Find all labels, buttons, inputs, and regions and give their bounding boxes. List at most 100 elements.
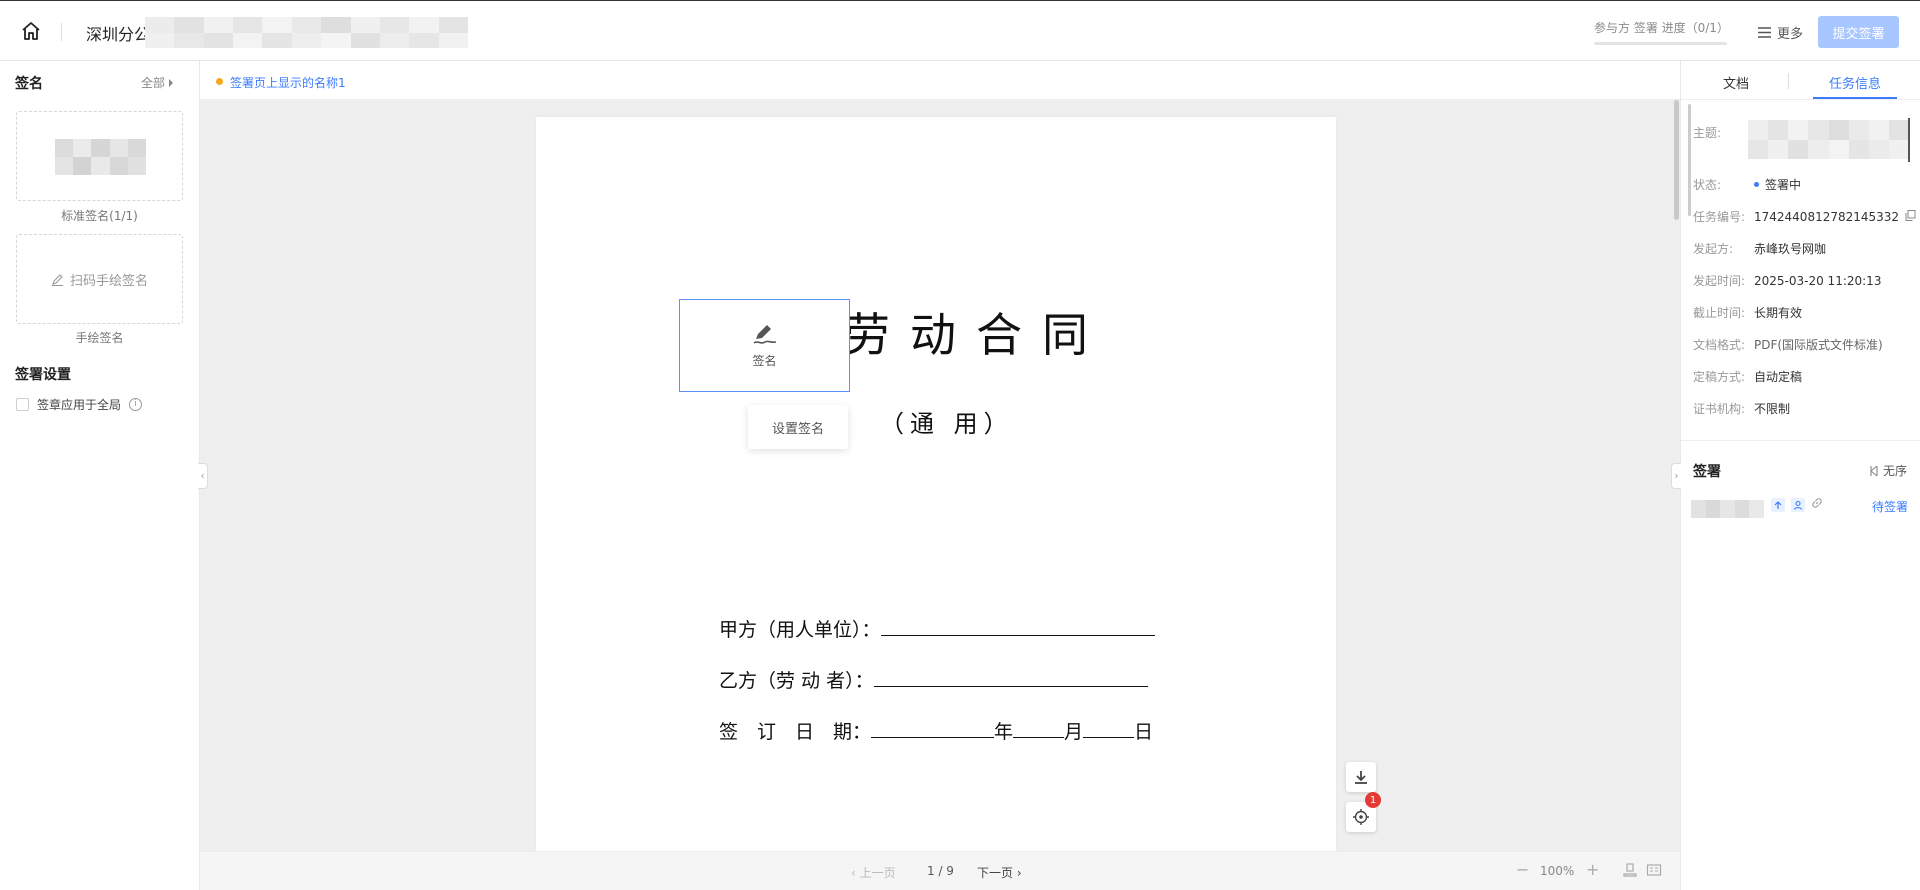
- redacted-title: [145, 17, 468, 48]
- divider: [61, 23, 62, 41]
- month-label: 月: [1064, 721, 1084, 743]
- task-number-label: 任务编号:: [1693, 210, 1746, 224]
- start-time-row: 发起时间: 2025-03-20 11:20:13: [1693, 272, 1881, 289]
- signer-status: 待签署: [1872, 500, 1909, 514]
- party-a-label: 甲方（用人单位）：: [719, 619, 881, 641]
- set-signature-button[interactable]: 设置签名: [748, 405, 848, 449]
- all-signatures-link[interactable]: 全部: [141, 74, 174, 91]
- subject-label: 主题:: [1693, 126, 1722, 140]
- format-value: PDF(国际版式文件标准): [1754, 338, 1883, 352]
- next-page-label: 下一页: [977, 866, 1014, 880]
- signature-field-label: 签名: [752, 354, 777, 368]
- next-page-button[interactable]: 下一页 ›: [977, 864, 1022, 881]
- section-divider: [1681, 440, 1920, 441]
- apply-global-row: 签章应用于全局 i: [16, 396, 143, 413]
- prev-page-button[interactable]: ‹ 上一页: [851, 864, 896, 881]
- apply-global-label: 签章应用于全局: [37, 398, 122, 412]
- progress-track: [1594, 42, 1727, 45]
- signer-action-icons: [1771, 497, 1823, 512]
- order-icon: [1870, 465, 1878, 476]
- order-label: 无序: [1883, 464, 1908, 478]
- party-b-line: 乙方（劳 动 者）：: [719, 666, 1148, 693]
- notice-bar: 签署页上显示的名称1: [200, 61, 1680, 100]
- pagination-bar: ‹ 上一页 1 / 9 下一页 › − 100% +: [200, 851, 1680, 890]
- handwritten-signature-button[interactable]: 扫码手绘签名: [16, 234, 183, 324]
- home-icon[interactable]: [20, 20, 42, 42]
- party-a-blank: [880, 618, 1155, 636]
- stamp-view-icon[interactable]: [1622, 862, 1638, 881]
- ca-row: 证书机构: 不限制: [1693, 400, 1790, 417]
- start-time-value: 2025-03-20 11:20:13: [1754, 273, 1882, 288]
- zoom-out-button[interactable]: −: [1516, 860, 1529, 879]
- initiator-label: 发起方:: [1693, 242, 1734, 256]
- format-label: 文档格式:: [1693, 338, 1746, 352]
- link-icon[interactable]: [1811, 497, 1823, 512]
- day-blank: [1083, 720, 1135, 738]
- collapse-right-panel-button[interactable]: ›: [1671, 463, 1681, 489]
- subject-row: 主题:: [1693, 124, 1754, 141]
- sign-date-label: 签 订 日 期：: [719, 721, 872, 743]
- signing-progress: 参与方 签署 进度（0/1）: [1594, 19, 1729, 45]
- signature-image: [55, 139, 146, 175]
- zoom-level: 100%: [1540, 864, 1575, 878]
- locate-signature-button[interactable]: 1: [1346, 792, 1381, 832]
- signature-heading: 签名: [15, 76, 43, 92]
- redacted-signer-name: [1691, 500, 1764, 518]
- arrow-up-icon[interactable]: [1771, 497, 1785, 512]
- signature-field[interactable]: 签名: [679, 299, 850, 392]
- thumbnail-view-icon[interactable]: [1646, 862, 1662, 881]
- deadline-row: 截止时间: 长期有效: [1693, 304, 1802, 321]
- info-icon[interactable]: i: [129, 398, 143, 411]
- party-a-line: 甲方（用人单位）：: [719, 615, 1155, 642]
- month-blank: [1013, 720, 1065, 738]
- task-info-panel: 文档 任务信息 主题: 状态: 签署中 任务编号: 17424408127821…: [1680, 61, 1920, 890]
- tab-document[interactable]: 文档: [1723, 73, 1749, 92]
- sign-date-line: 签 订 日 期： 年 月 日: [719, 717, 1153, 744]
- status-value: 签署中: [1765, 178, 1802, 192]
- viewer-scrollbar[interactable]: [1674, 100, 1679, 220]
- top-bar: 深圳分公 参与方 签署 进度（0/1） 更多 提交签署: [0, 0, 1920, 61]
- signing-settings-heading: 签署设置: [15, 367, 71, 383]
- progress-text: 参与方 签署 进度（0/1）: [1594, 21, 1729, 35]
- handwritten-button-label: 扫码手绘签名: [69, 273, 148, 289]
- task-number-row: 任务编号: 1742440812782145332: [1693, 208, 1916, 225]
- task-number-value: 1742440812782145332: [1754, 209, 1900, 224]
- person-icon[interactable]: [1791, 497, 1805, 512]
- info-scrollbar[interactable]: [1688, 104, 1691, 216]
- handwritten-caption: 手绘签名: [75, 331, 124, 345]
- tab-divider: [1788, 73, 1789, 89]
- subject-scroll-edge: [1908, 118, 1910, 162]
- day-label: 日: [1134, 721, 1154, 743]
- collapse-left-panel-button[interactable]: ‹: [198, 463, 208, 489]
- document-page: 劳动合同 （通 用） 甲方（用人单位）： 乙方（劳 动 者）： 签 订 日 期：…: [536, 117, 1336, 851]
- year-label: 年: [994, 721, 1014, 743]
- caret-right-icon: [169, 78, 174, 87]
- finalize-value: 自动定稿: [1754, 370, 1803, 384]
- format-row: 文档格式: PDF(国际版式文件标准): [1693, 336, 1883, 353]
- active-tab-indicator: [1813, 97, 1897, 99]
- status-row: 状态: 签署中: [1693, 176, 1801, 193]
- deadline-label: 截止时间:: [1693, 306, 1746, 320]
- more-button[interactable]: 更多: [1758, 23, 1803, 42]
- party-b-label: 乙方（劳 动 者）：: [719, 670, 874, 692]
- copy-icon[interactable]: [1905, 209, 1916, 224]
- finalize-row: 定稿方式: 自动定稿: [1693, 368, 1802, 385]
- signing-order-toggle[interactable]: 无序: [1869, 462, 1907, 479]
- document-title: 深圳分公: [86, 25, 151, 44]
- notice-link[interactable]: 签署页上显示的名称1: [230, 74, 346, 91]
- submit-signing-button[interactable]: 提交签署: [1818, 16, 1899, 48]
- zoom-in-button[interactable]: +: [1586, 860, 1599, 879]
- prev-page-label: 上一页: [859, 866, 896, 880]
- redacted-subject: [1748, 120, 1909, 159]
- apply-global-checkbox[interactable]: [16, 398, 29, 411]
- signature-pen-icon: [753, 325, 776, 344]
- standard-signature-card[interactable]: [16, 111, 183, 201]
- tab-task-info[interactable]: 任务信息: [1829, 73, 1881, 92]
- signature-panel: 签名 全部 标准签名(1/1) 扫码手绘签名 手绘签名 签署设置 签章应用于全局…: [0, 61, 200, 890]
- ca-label: 证书机构:: [1693, 402, 1746, 416]
- all-label: 全部: [141, 76, 166, 90]
- standard-signature-caption: 标准签名(1/1): [61, 209, 138, 223]
- contract-title: 劳动合同: [844, 308, 1108, 362]
- download-button[interactable]: [1346, 762, 1376, 792]
- locate-icon: [1353, 809, 1369, 825]
